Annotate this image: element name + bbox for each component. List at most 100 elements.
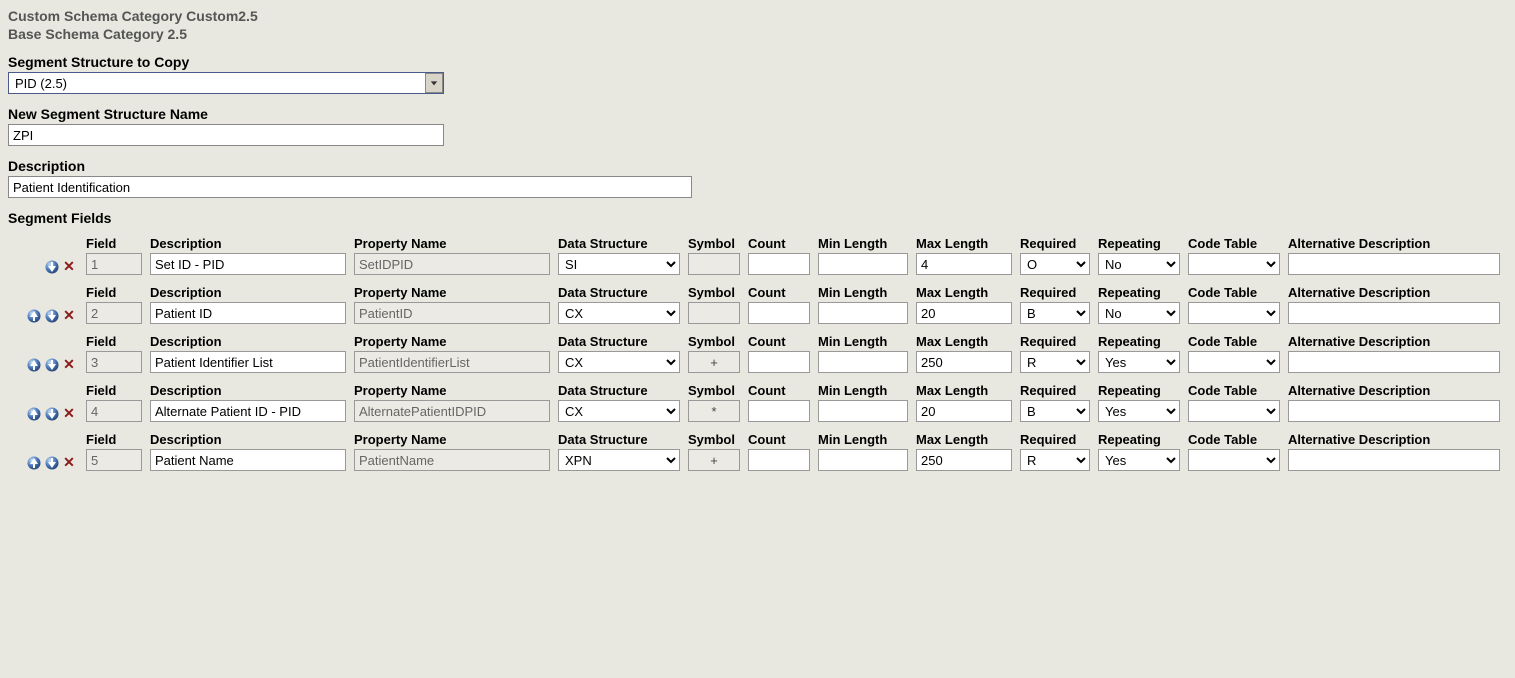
col-description-label: Description xyxy=(150,236,346,251)
new-segment-name-label: New Segment Structure Name xyxy=(8,106,1507,122)
alt-description-input[interactable] xyxy=(1288,302,1500,324)
code-table-select[interactable] xyxy=(1188,400,1280,422)
required-select[interactable]: R xyxy=(1020,351,1090,373)
min-length-input[interactable] xyxy=(818,449,908,471)
count-input[interactable] xyxy=(748,351,810,373)
col-maxlen-label: Max Length xyxy=(916,285,1012,300)
field-number-input xyxy=(86,400,142,422)
required-select[interactable]: B xyxy=(1020,302,1090,324)
segment-to-copy-label: Segment Structure to Copy xyxy=(8,54,1507,70)
data-structure-select[interactable]: CX xyxy=(558,302,680,324)
col-codetable-label: Code Table xyxy=(1188,432,1280,447)
property-name-input xyxy=(354,253,550,275)
field-description-input[interactable] xyxy=(150,449,346,471)
data-structure-select[interactable]: CX xyxy=(558,351,680,373)
count-input[interactable] xyxy=(748,253,810,275)
max-length-input[interactable] xyxy=(916,351,1012,373)
segment-to-copy-select[interactable]: PID (2.5) xyxy=(8,72,444,94)
repeating-select[interactable]: Yes xyxy=(1098,351,1180,373)
col-maxlen-label: Max Length xyxy=(916,236,1012,251)
col-count-label: Count xyxy=(748,383,810,398)
field-description-input[interactable] xyxy=(150,351,346,373)
max-length-input[interactable] xyxy=(916,253,1012,275)
max-length-input[interactable] xyxy=(916,302,1012,324)
symbol-display xyxy=(688,253,740,275)
alt-description-input[interactable] xyxy=(1288,351,1500,373)
max-length-input[interactable] xyxy=(916,400,1012,422)
move-up-icon[interactable] xyxy=(26,308,42,324)
delete-row-icon[interactable]: ✕ xyxy=(62,405,76,422)
segment-fields-label: Segment Fields xyxy=(8,210,1507,226)
field-description-input[interactable] xyxy=(150,253,346,275)
dropdown-button-icon[interactable] xyxy=(425,73,443,93)
col-codetable-label: Code Table xyxy=(1188,285,1280,300)
repeating-select[interactable]: Yes xyxy=(1098,400,1180,422)
field-description-input[interactable] xyxy=(150,302,346,324)
col-property-label: Property Name xyxy=(354,236,550,251)
custom-schema-category-label: Custom Schema Category Custom2.5 xyxy=(8,8,1507,24)
field-number-input xyxy=(86,351,142,373)
min-length-input[interactable] xyxy=(818,351,908,373)
move-up-icon[interactable] xyxy=(26,455,42,471)
col-property-label: Property Name xyxy=(354,334,550,349)
repeating-select[interactable]: No xyxy=(1098,302,1180,324)
data-structure-select[interactable]: SI xyxy=(558,253,680,275)
col-altdesc-label: Alternative Description xyxy=(1288,236,1500,251)
description-input[interactable] xyxy=(8,176,692,198)
required-select[interactable]: B xyxy=(1020,400,1090,422)
new-segment-name-input[interactable] xyxy=(8,124,444,146)
alt-description-input[interactable] xyxy=(1288,253,1500,275)
col-required-label: Required xyxy=(1020,285,1090,300)
required-select[interactable]: R xyxy=(1020,449,1090,471)
code-table-select[interactable] xyxy=(1188,449,1280,471)
property-name-input xyxy=(354,351,550,373)
col-description-label: Description xyxy=(150,334,346,349)
delete-row-icon[interactable]: ✕ xyxy=(62,258,76,275)
property-name-input xyxy=(354,302,550,324)
move-down-icon[interactable] xyxy=(44,406,60,422)
alt-description-input[interactable] xyxy=(1288,449,1500,471)
min-length-input[interactable] xyxy=(818,302,908,324)
col-repeating-label: Repeating xyxy=(1098,432,1180,447)
move-down-icon[interactable] xyxy=(44,259,60,275)
col-maxlen-label: Max Length xyxy=(916,383,1012,398)
col-minlen-label: Min Length xyxy=(818,334,908,349)
count-input[interactable] xyxy=(748,302,810,324)
data-structure-select[interactable]: CX xyxy=(558,400,680,422)
min-length-input[interactable] xyxy=(818,253,908,275)
move-down-icon[interactable] xyxy=(44,455,60,471)
delete-row-icon[interactable]: ✕ xyxy=(62,356,76,373)
col-repeating-label: Repeating xyxy=(1098,236,1180,251)
segment-to-copy-value: PID (2.5) xyxy=(9,76,425,91)
col-data-structure-label: Data Structure xyxy=(558,383,680,398)
col-field-label: Field xyxy=(86,236,142,251)
col-symbol-label: Symbol xyxy=(688,334,740,349)
required-select[interactable]: O xyxy=(1020,253,1090,275)
move-up-icon[interactable] xyxy=(26,357,42,373)
min-length-input[interactable] xyxy=(818,400,908,422)
count-input[interactable] xyxy=(748,449,810,471)
code-table-select[interactable] xyxy=(1188,351,1280,373)
col-data-structure-label: Data Structure xyxy=(558,285,680,300)
move-up-icon[interactable] xyxy=(26,406,42,422)
col-field-label: Field xyxy=(86,334,142,349)
col-description-label: Description xyxy=(150,383,346,398)
max-length-input[interactable] xyxy=(916,449,1012,471)
code-table-select[interactable] xyxy=(1188,302,1280,324)
count-input[interactable] xyxy=(748,400,810,422)
data-structure-select[interactable]: XPN xyxy=(558,449,680,471)
delete-row-icon[interactable]: ✕ xyxy=(62,454,76,471)
code-table-select[interactable] xyxy=(1188,253,1280,275)
field-description-input[interactable] xyxy=(150,400,346,422)
repeating-select[interactable]: No xyxy=(1098,253,1180,275)
field-number-input xyxy=(86,302,142,324)
col-count-label: Count xyxy=(748,432,810,447)
move-down-icon[interactable] xyxy=(44,308,60,324)
alt-description-input[interactable] xyxy=(1288,400,1500,422)
move-down-icon[interactable] xyxy=(44,357,60,373)
col-required-label: Required xyxy=(1020,334,1090,349)
repeating-select[interactable]: Yes xyxy=(1098,449,1180,471)
delete-row-icon[interactable]: ✕ xyxy=(62,307,76,324)
col-property-label: Property Name xyxy=(354,383,550,398)
col-count-label: Count xyxy=(748,334,810,349)
